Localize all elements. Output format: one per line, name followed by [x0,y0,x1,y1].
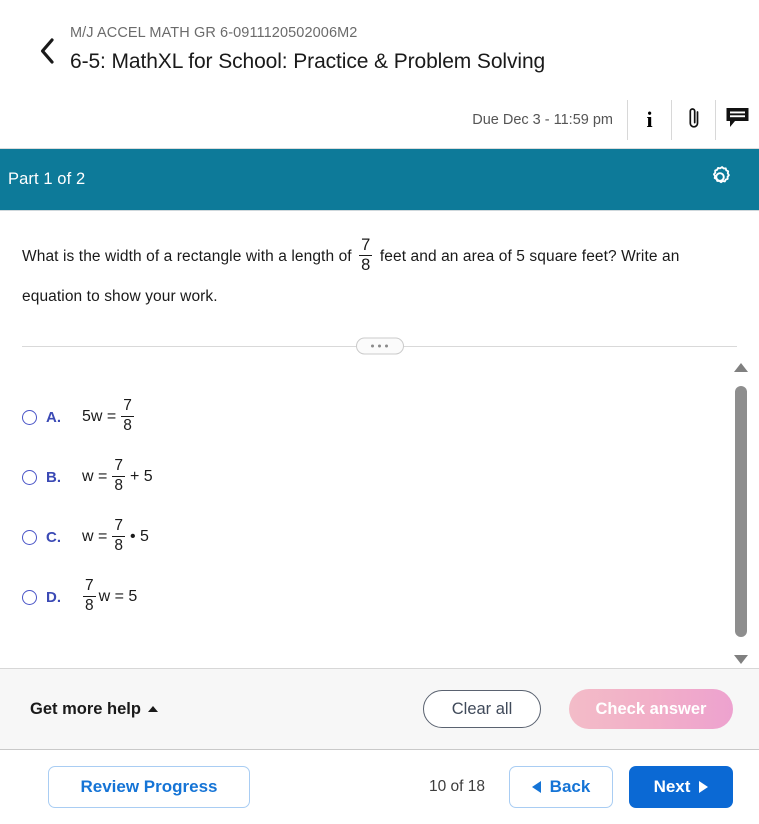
answer-option-d[interactable]: D. 7 8 w = 5 [22,567,699,627]
chevron-left-icon [38,37,56,65]
back-nav-button[interactable]: Back [509,766,613,808]
bottom-navigation: Review Progress 10 of 18 Back Next [0,750,759,824]
get-more-help-label: Get more help [30,699,141,718]
review-progress-button[interactable]: Review Progress [48,766,250,808]
course-code: M/J ACCEL MATH GR 6-0911120502006M2 [70,25,358,41]
back-nav-label: Back [549,777,591,796]
fraction-denominator: 8 [112,535,125,554]
answer-option-c[interactable]: C. w = 7 8 • 5 [22,507,699,567]
option-expression: w = 7 8 • 5 [80,517,151,555]
caret-up-icon [147,706,158,712]
info-icon: i [646,107,653,132]
part-label: Part 1 of 2 [8,170,86,188]
answer-options-region: A. 5w = 7 8 B. w = 7 8 + 5 C. w = 7 8 • 5 D. 7 8 w = 5 [0,361,759,668]
action-buttons: Clear all Check answer [423,689,733,729]
option-expression: 78w = 5 [80,577,138,615]
question-text: What is the width of a rectangle with a … [22,236,735,317]
info-button[interactable]: i [627,100,671,140]
paperclip-icon [686,105,702,136]
answer-option-a[interactable]: A. 5w = 7 8 [22,387,699,447]
option-fraction: 78 [112,517,125,554]
message-icon [725,106,750,135]
answer-options-list: A. 5w = 7 8 B. w = 7 8 + 5 C. w = 7 8 • 5 D. 7 8 w = 5 [0,387,759,627]
back-button[interactable] [34,36,60,66]
option-expression: w = 7 8 + 5 [80,457,155,495]
scrollbar-track[interactable] [732,372,750,655]
radio-button[interactable] [22,589,37,605]
fraction-numerator: 7 [114,517,123,535]
radio-button[interactable] [22,409,37,425]
fraction-denominator: 8 [112,475,125,494]
clear-all-button[interactable]: Clear all [423,690,541,728]
header-meta-bar: Due Dec 3 - 11:59 pm i [472,100,759,140]
option-text-token: 5w = [82,408,117,425]
page-indicator: 10 of 18 [428,778,485,795]
scroll-down-arrow-icon[interactable] [734,655,748,664]
check-answer-button[interactable]: Check answer [569,689,733,729]
option-letter: D. [46,588,61,606]
fraction-denominator: 8 [83,595,96,614]
gear-icon [707,164,733,195]
question-text-before: What is the width of a rectangle with a … [22,248,352,265]
next-nav-button[interactable]: Next [629,766,733,808]
messages-button[interactable] [715,100,759,140]
title-block: M/J ACCEL MATH GR 6-0911120502006M2 6-5:… [70,24,739,77]
question-area: What is the width of a rectangle with a … [0,211,759,317]
option-text-token: w = [82,528,108,545]
due-date-text: Due Dec 3 - 11:59 pm [472,112,613,128]
scroll-up-arrow-icon[interactable] [734,363,748,372]
fraction-denominator: 8 [359,255,373,275]
fraction-numerator: 7 [123,397,132,415]
triangle-right-icon [699,781,709,793]
dot [378,344,381,348]
fraction-numerator: 7 [85,577,94,595]
option-letter: A. [46,408,61,426]
settings-button[interactable] [703,163,737,197]
top-header: M/J ACCEL MATH GR 6-0911120502006M2 6-5:… [0,0,759,149]
drag-handle-dots-icon[interactable] [355,337,404,355]
mathxl-question-screen: M/J ACCEL MATH GR 6-0911120502006M2 6-5:… [0,0,759,824]
radio-button[interactable] [22,529,37,545]
answer-option-b[interactable]: B. w = 7 8 + 5 [22,447,699,507]
get-more-help-button[interactable]: Get more help [30,700,158,719]
options-scrollbar[interactable] [732,363,750,664]
radio-button[interactable] [22,469,37,485]
option-text-token: w = 5 [98,588,138,605]
fraction-denominator: 8 [121,415,134,434]
attachment-button[interactable] [671,100,715,140]
option-text-token: • 5 [129,528,149,545]
option-text-token: + 5 [129,468,153,485]
option-fraction: 78 [112,457,125,494]
option-fraction: 78 [83,577,96,614]
dot [385,344,388,348]
scrollbar-thumb[interactable] [735,386,747,637]
option-letter: C. [46,528,61,546]
option-text-token: w = [82,468,108,485]
part-bar: Part 1 of 2 [0,149,759,211]
action-bar: Get more help Clear all Check answer [0,668,759,750]
next-nav-label: Next [653,777,691,796]
triangle-left-icon [531,781,541,793]
option-fraction: 78 [121,397,134,434]
option-expression: 5w = 7 8 [80,397,137,435]
assignment-title: 6-5: MathXL for School: Practice & Probl… [70,50,546,73]
dot [371,344,374,348]
option-letter: B. [46,468,61,486]
resize-divider[interactable] [22,331,737,361]
nav-right-group: 10 of 18 Back Next [429,766,733,808]
fraction-numerator: 7 [114,457,123,475]
fraction-numerator: 7 [361,236,371,255]
question-fraction: 7 8 [359,236,373,275]
